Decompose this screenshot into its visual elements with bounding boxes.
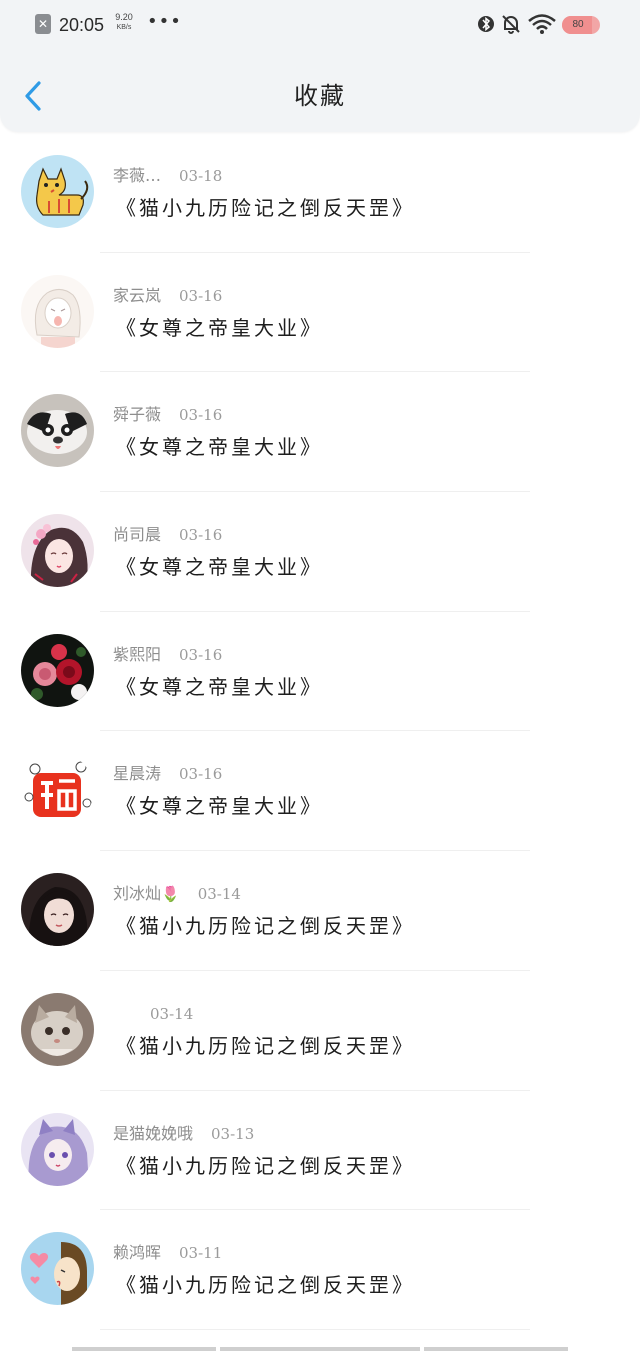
user-name: 舜子薇 — [113, 405, 162, 425]
item-meta: 赖鸿晖 03-11 — [113, 1242, 222, 1264]
bottom-scroll-indicator — [0, 1345, 640, 1351]
network-speed-value: 9.20 — [115, 12, 133, 22]
list-item[interactable]: 李薇… 03-18 《猫小九历险记之倒反天罡》 — [0, 133, 640, 253]
item-meta: 03-14 — [150, 1003, 193, 1025]
avatar[interactable] — [21, 992, 94, 1066]
user-name: 紫熙阳 — [113, 644, 162, 664]
item-date: 03-16 — [179, 526, 223, 545]
indicator-segment — [220, 1347, 420, 1351]
user-name: 李薇… — [113, 166, 162, 185]
user-name: 星晨涛 — [113, 764, 162, 784]
book-title[interactable]: 《猫小九历险记之倒反天罡》 — [116, 1031, 415, 1061]
divider — [100, 1328, 530, 1330]
list-item[interactable]: 舜子薇 03-16 《女尊之帝皇大业》 — [0, 372, 640, 493]
list-item[interactable]: 星晨涛 03-16 《女尊之帝皇大业》 — [0, 731, 640, 852]
avatar[interactable] — [21, 155, 94, 228]
avatar[interactable] — [21, 873, 94, 947]
bluetooth-icon — [478, 16, 494, 32]
avatar[interactable] — [21, 274, 94, 348]
list-item[interactable]: 紫熙阳 03-16 《女尊之帝皇大业》 — [0, 612, 640, 732]
user-name: 尚司晨 — [113, 525, 162, 545]
item-date: 03-16 — [179, 406, 223, 425]
favorites-list: 李薇… 03-18 《猫小九历险记之倒反天罡》 家云岚 03-16 《女尊之帝皇大业… — [0, 133, 640, 1330]
wifi-icon — [528, 14, 556, 34]
item-date: 03-16 — [179, 765, 223, 784]
user-name: 刘冰灿 — [113, 884, 162, 904]
item-date: 03-11 — [179, 1244, 223, 1263]
battery-level: 80 — [572, 19, 584, 30]
avatar[interactable] — [21, 394, 94, 468]
list-item[interactable]: 尚司晨 03-16 《女尊之帝皇大业》 — [0, 492, 640, 612]
battery-icon: 80 — [562, 16, 600, 34]
book-title[interactable]: 《女尊之帝皇大业》 — [116, 552, 323, 582]
item-date: 03-14 — [150, 1004, 194, 1023]
header: 收藏 — [0, 50, 640, 132]
status-bar: ✕ 20:05 9.20 KB/s ••• 80 — [0, 0, 640, 50]
user-name: 是猫娩娩哦 — [113, 1123, 194, 1143]
tulip-icon: 🌷 — [161, 885, 180, 904]
item-meta: 星晨涛 03-16 — [113, 763, 222, 785]
item-meta: 尚司晨 03-16 — [113, 524, 222, 546]
item-meta: 李薇… 03-18 — [113, 165, 222, 187]
user-name: 家云岚 — [113, 285, 162, 305]
avatar[interactable] — [21, 753, 94, 827]
close-icon: ✕ — [35, 14, 51, 34]
item-meta: 家云岚 03-16 — [113, 285, 222, 307]
indicator-segment — [424, 1347, 568, 1351]
book-title[interactable]: 《猫小九历险记之倒反天罡》 — [116, 193, 415, 223]
list-item[interactable]: 是猫娩娩哦 03-13 《猫小九历险记之倒反天罡》 — [0, 1091, 640, 1211]
book-title[interactable]: 《猫小九历险记之倒反天罡》 — [116, 911, 415, 941]
avatar[interactable] — [21, 633, 94, 707]
status-time: 20:05 — [59, 15, 105, 35]
list-item[interactable]: 家云岚 03-16 《女尊之帝皇大业》 — [0, 253, 640, 373]
item-date: 03-16 — [179, 645, 223, 664]
avatar[interactable] — [21, 1232, 94, 1306]
user-name: 赖鸿晖 — [113, 1243, 162, 1263]
list-item[interactable]: 03-14 《猫小九历险记之倒反天罡》 — [0, 971, 640, 1091]
item-meta: 刘冰灿🌷 03-14 — [113, 883, 241, 905]
item-date: 03-18 — [179, 167, 223, 185]
book-title[interactable]: 《女尊之帝皇大业》 — [116, 313, 323, 343]
indicator-segment — [72, 1347, 216, 1351]
item-date: 03-14 — [197, 885, 241, 904]
book-title[interactable]: 《女尊之帝皇大业》 — [116, 672, 323, 702]
item-date: 03-16 — [179, 286, 223, 305]
avatar[interactable] — [21, 514, 94, 588]
list-item[interactable]: 刘冰灿🌷 03-14 《猫小九历险记之倒反天罡》 — [0, 851, 640, 971]
more-notifications-icon: ••• — [147, 11, 182, 32]
book-title[interactable]: 《女尊之帝皇大业》 — [116, 791, 323, 821]
book-title[interactable]: 《女尊之帝皇大业》 — [116, 432, 323, 462]
list-item[interactable]: 赖鸿晖 03-11 《猫小九历险记之倒反天罡》 — [0, 1210, 640, 1330]
network-speed-unit: KB/s — [116, 24, 132, 31]
book-title[interactable]: 《猫小九历险记之倒反天罡》 — [116, 1151, 415, 1181]
item-meta: 紫熙阳 03-16 — [113, 644, 222, 666]
network-speed: 9.20 KB/s — [113, 12, 135, 32]
mute-bell-icon — [502, 15, 520, 34]
book-title[interactable]: 《猫小九历险记之倒反天罡》 — [116, 1270, 415, 1300]
page-title: 收藏 — [294, 82, 346, 110]
item-date: 03-13 — [211, 1124, 255, 1143]
item-meta: 舜子薇 03-16 — [113, 404, 222, 426]
item-meta: 是猫娩娩哦 03-13 — [113, 1123, 254, 1145]
avatar[interactable] — [21, 1112, 94, 1186]
